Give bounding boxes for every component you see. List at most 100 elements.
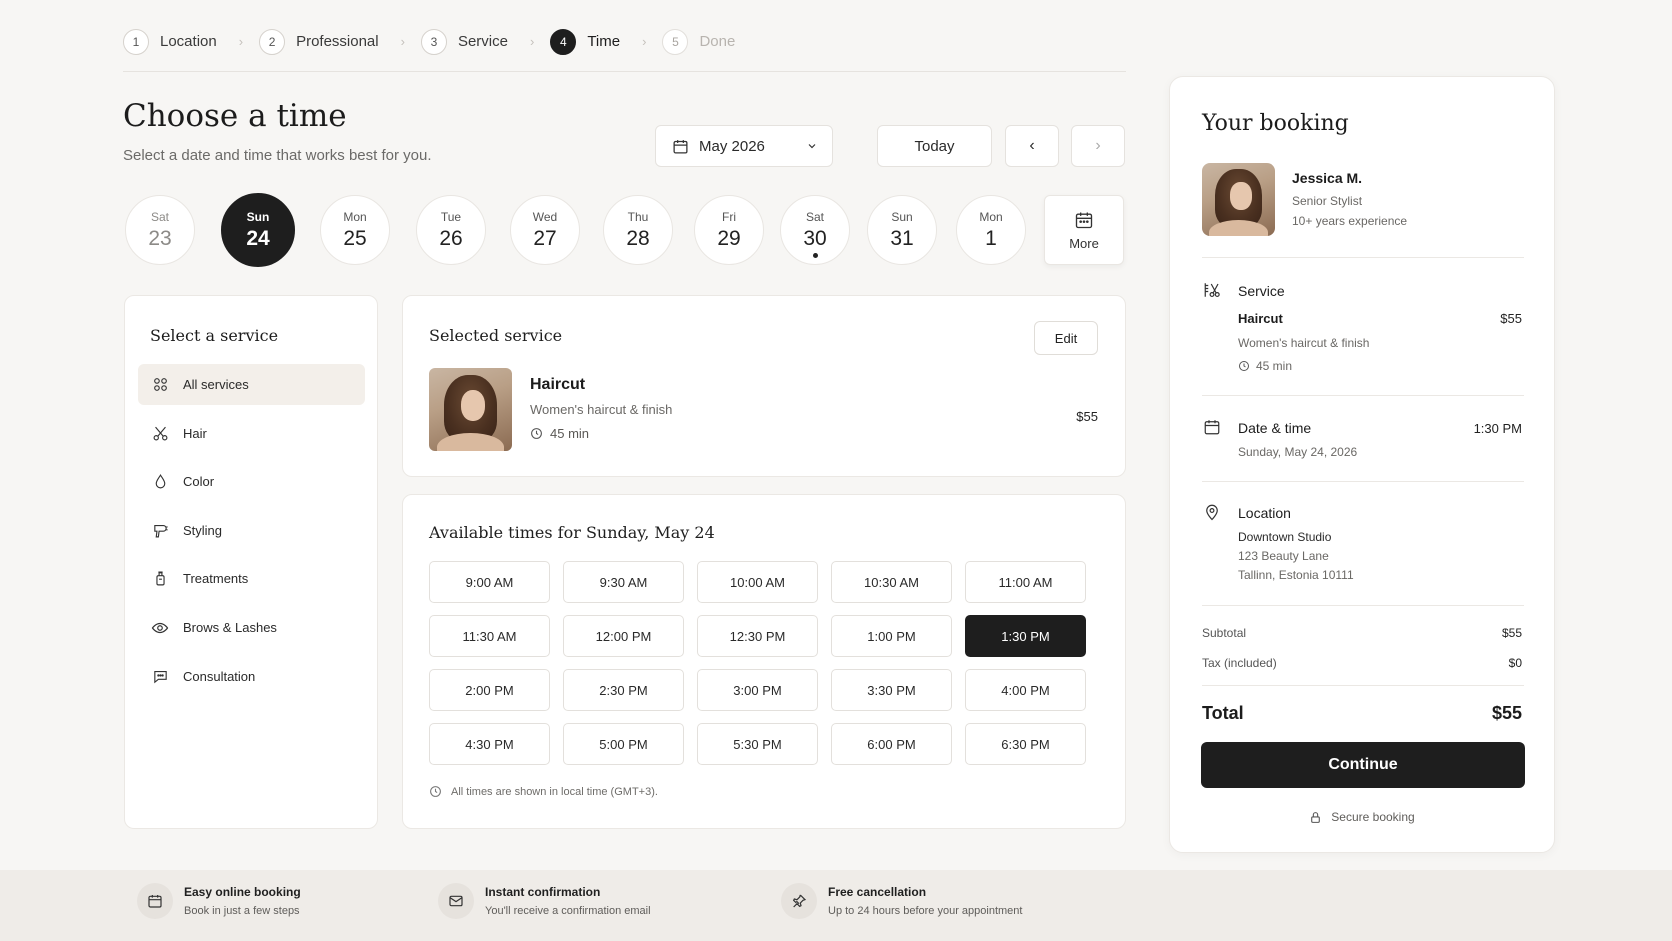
page-subtitle: Select a date and time that works best f…	[123, 147, 432, 164]
booking-title: Your booking	[1202, 111, 1349, 136]
day-option[interactable]: Wed 27	[510, 195, 580, 265]
day-weekday: Fri	[722, 209, 736, 224]
continue-button[interactable]: Continue	[1201, 742, 1525, 788]
booking-service-price: $55	[1500, 311, 1522, 326]
duration-value: 45 min	[550, 426, 590, 441]
prev-week-button[interactable]: ‹	[1005, 125, 1059, 167]
service-duration: 45 min	[530, 426, 589, 441]
service-item-label: Brows & Lashes	[183, 620, 277, 635]
step-service[interactable]: 3 Service ›	[420, 28, 534, 55]
service-item-treatments[interactable]: Treatments	[138, 558, 365, 599]
day-number: 28	[626, 226, 650, 250]
time-slot[interactable]: 3:00 PM	[697, 669, 818, 711]
day-number: 23	[148, 226, 172, 250]
service-item-all[interactable]: All services	[138, 364, 365, 405]
lock-icon	[1309, 811, 1322, 824]
time-slot[interactable]: 10:00 AM	[697, 561, 818, 603]
today-button[interactable]: Today	[877, 125, 992, 167]
droplet-icon	[151, 473, 169, 491]
feature-subtitle: You'll receive a confirmation email	[485, 905, 651, 917]
day-option[interactable]: Sat 23	[125, 195, 195, 265]
time-slot[interactable]: 1:00 PM	[831, 615, 952, 657]
time-slot-selected[interactable]: 1:30 PM	[965, 615, 1086, 657]
timezone-text: All times are shown in local time (GMT+3…	[451, 785, 658, 798]
time-slot[interactable]: 5:00 PM	[563, 723, 684, 765]
day-option[interactable]: Sun 31	[867, 195, 937, 265]
time-slot[interactable]: 9:00 AM	[429, 561, 550, 603]
service-category-list: Select a service All services Hair Color…	[124, 295, 378, 829]
time-slot[interactable]: 4:00 PM	[965, 669, 1086, 711]
feature-title: Free cancellation	[828, 885, 927, 899]
day-number: 30	[803, 226, 827, 250]
time-slot[interactable]: 4:30 PM	[429, 723, 550, 765]
day-option[interactable]: Mon 1	[956, 195, 1026, 265]
step-number: 5	[662, 28, 689, 55]
time-slot[interactable]: 12:00 PM	[563, 615, 684, 657]
service-thumbnail	[429, 368, 512, 451]
time-slot[interactable]: 5:30 PM	[697, 723, 818, 765]
location-address-line1: 123 Beauty Lane	[1238, 549, 1329, 563]
clock-icon	[1238, 360, 1250, 372]
service-item-hair[interactable]: Hair	[138, 413, 365, 454]
booking-service-desc: Women's haircut & finish	[1238, 336, 1370, 350]
day-number: 26	[439, 226, 463, 250]
feature-instant-confirmation: Instant confirmation You'll receive a co…	[438, 883, 651, 919]
day-option[interactable]: Tue 26	[416, 195, 486, 265]
service-item-brows-lashes[interactable]: Brows & Lashes	[138, 607, 365, 648]
grid-icon	[151, 376, 169, 394]
available-times-title: Available times for Sunday, May 24	[429, 523, 715, 542]
service-list-title: Select a service	[150, 326, 279, 345]
service-item-color[interactable]: Color	[138, 461, 365, 502]
day-option[interactable]: Sat 30	[780, 195, 850, 265]
more-dates-button[interactable]: More	[1044, 195, 1124, 265]
time-slot[interactable]: 10:30 AM	[831, 561, 952, 603]
step-professional[interactable]: 2 Professional ›	[259, 28, 405, 55]
tax-value: $0	[1508, 656, 1522, 670]
time-slot[interactable]: 12:30 PM	[697, 615, 818, 657]
feature-subtitle: Up to 24 hours before your appointment	[828, 905, 1023, 917]
eye-icon	[151, 619, 169, 637]
day-option-selected[interactable]: Sun 24	[221, 193, 295, 267]
divider	[1202, 481, 1524, 482]
timezone-note: All times are shown in local time (GMT+3…	[429, 785, 658, 798]
step-location[interactable]: 1 Location ›	[123, 28, 243, 55]
day-option[interactable]: Fri 29	[694, 195, 764, 265]
map-pin-icon	[1202, 502, 1222, 522]
datetime-section-label: Date & time	[1238, 420, 1312, 436]
day-option[interactable]: Mon 25	[320, 195, 390, 265]
step-label: Time	[587, 33, 621, 50]
time-slot[interactable]: 11:30 AM	[429, 615, 550, 657]
location-address-line2: Tallinn, Estonia 10111	[1238, 568, 1354, 582]
month-select[interactable]: May 2026	[655, 125, 833, 167]
available-times-card: Available times for Sunday, May 24 9:00 …	[402, 494, 1126, 829]
step-number: 2	[259, 28, 286, 55]
feature-easy-booking: Easy online booking Book in just a few s…	[137, 883, 301, 919]
day-number: 27	[533, 226, 557, 250]
day-option[interactable]: Thu 28	[603, 195, 673, 265]
step-label: Service	[457, 33, 508, 50]
day-number: 25	[343, 226, 367, 250]
time-slot[interactable]: 2:00 PM	[429, 669, 550, 711]
time-slot[interactable]: 6:00 PM	[831, 723, 952, 765]
scissors-comb-icon	[1202, 280, 1222, 300]
time-slot[interactable]: 2:30 PM	[563, 669, 684, 711]
professional-avatar	[1202, 163, 1275, 236]
step-label: Location	[160, 33, 217, 50]
service-item-styling[interactable]: Styling	[138, 510, 365, 551]
service-price: $55	[1076, 409, 1098, 424]
duration-value: 45 min	[1256, 359, 1293, 373]
selected-service-card: Selected service Edit Haircut Women's ha…	[402, 295, 1126, 477]
time-slot[interactable]: 11:00 AM	[965, 561, 1086, 603]
service-item-consultation[interactable]: Consultation	[138, 656, 365, 697]
day-weekday: Mon	[979, 209, 1003, 224]
selected-service-title: Selected service	[429, 326, 563, 345]
time-slot[interactable]: 9:30 AM	[563, 561, 684, 603]
time-slot[interactable]: 6:30 PM	[965, 723, 1086, 765]
time-slot[interactable]: 3:30 PM	[831, 669, 952, 711]
pin-icon	[781, 883, 817, 919]
clock-icon	[429, 785, 442, 798]
professional-role: Senior Stylist	[1292, 194, 1363, 208]
step-time[interactable]: 4 Time ›	[550, 28, 646, 55]
edit-service-button[interactable]: Edit	[1034, 321, 1098, 355]
next-week-button[interactable]: ›	[1071, 125, 1125, 167]
